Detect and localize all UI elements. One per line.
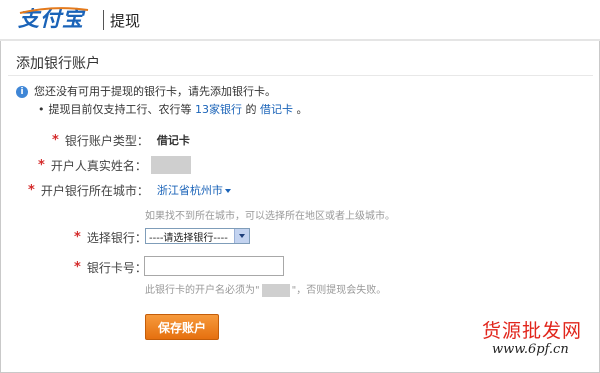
watermark-url: www.6pf.cn (492, 342, 569, 357)
bank-label: 选择银行： (86, 230, 147, 245)
logo-swoosh-icon (19, 7, 89, 14)
section-divider (8, 75, 593, 76)
required-star: * (74, 229, 81, 245)
save-account-button[interactable]: 保存账户 (145, 314, 219, 340)
notice-supported-banks: • 提现目前仅支持工行、农行等 13家银行 的 借记卡 。 (38, 101, 308, 117)
alipay-logo[interactable]: 支付宝 (18, 6, 89, 31)
header-rule (0, 39, 600, 41)
city-hint: 如果找不到所在城市，可以选择所在地区或者上级城市。 (145, 211, 395, 222)
account-type-row: * 银行账户类型： 借记卡 (52, 131, 190, 149)
notice-prefix: 提现目前仅支持工行、农行等 (48, 103, 192, 116)
section-title: 添加银行账户 (16, 56, 100, 72)
notice-suffix: 。 (296, 103, 308, 116)
holder-name-label: 开户人真实姓名： (50, 158, 147, 173)
required-star: * (28, 182, 35, 198)
info-icon: i (16, 86, 28, 98)
bank-select[interactable]: ----请选择银行---- (145, 228, 250, 244)
city-dropdown[interactable]: 浙江省杭州市 (157, 182, 231, 198)
required-star: * (38, 157, 45, 173)
notice-message: i 您还没有可用于提现的银行卡，请先添加银行卡。 (16, 83, 276, 99)
header: 支付宝 提现 (0, 0, 600, 41)
masked-holder-name (150, 156, 191, 174)
notice-middle: 的 (245, 103, 257, 116)
header-divider (103, 10, 104, 30)
debit-card-link[interactable]: 借记卡 (260, 103, 293, 116)
bank-row: * 选择银行： (74, 228, 147, 246)
page-title: 提现 (110, 12, 141, 30)
select-arrow-icon[interactable] (234, 229, 249, 243)
city-row: * 开户银行所在城市： 浙江省杭州市 (28, 181, 231, 199)
required-star: * (74, 259, 81, 275)
notice-text: 您还没有可用于提现的银行卡，请先添加银行卡。 (34, 85, 276, 98)
account-type-label: 银行账户类型： (64, 133, 149, 148)
card-hint: 此银行卡的开户名必须为" "，否则提现会失败。 (145, 281, 386, 297)
bullet-icon: • (38, 103, 45, 116)
dropdown-arrow-icon (224, 189, 231, 193)
card-hint-suffix: "，否则提现会失败。 (291, 285, 387, 296)
watermark-text: 货源批发网 (482, 320, 583, 342)
card-row: * 银行卡号： (74, 258, 147, 276)
required-star: * (52, 132, 59, 148)
masked-holder-name (261, 283, 290, 297)
city-value: 浙江省杭州市 (156, 184, 223, 197)
card-label: 银行卡号： (86, 260, 147, 275)
city-label: 开户银行所在城市： (40, 183, 149, 198)
holder-name-row: * 开户人真实姓名： (38, 156, 191, 174)
banks-link[interactable]: 13家银行 (195, 103, 242, 116)
account-type-value: 借记卡 (156, 134, 190, 147)
card-number-input[interactable] (144, 256, 284, 276)
bank-select-value: ----请选择银行---- (149, 232, 228, 244)
card-hint-prefix: 此银行卡的开户名必须为" (145, 285, 260, 296)
